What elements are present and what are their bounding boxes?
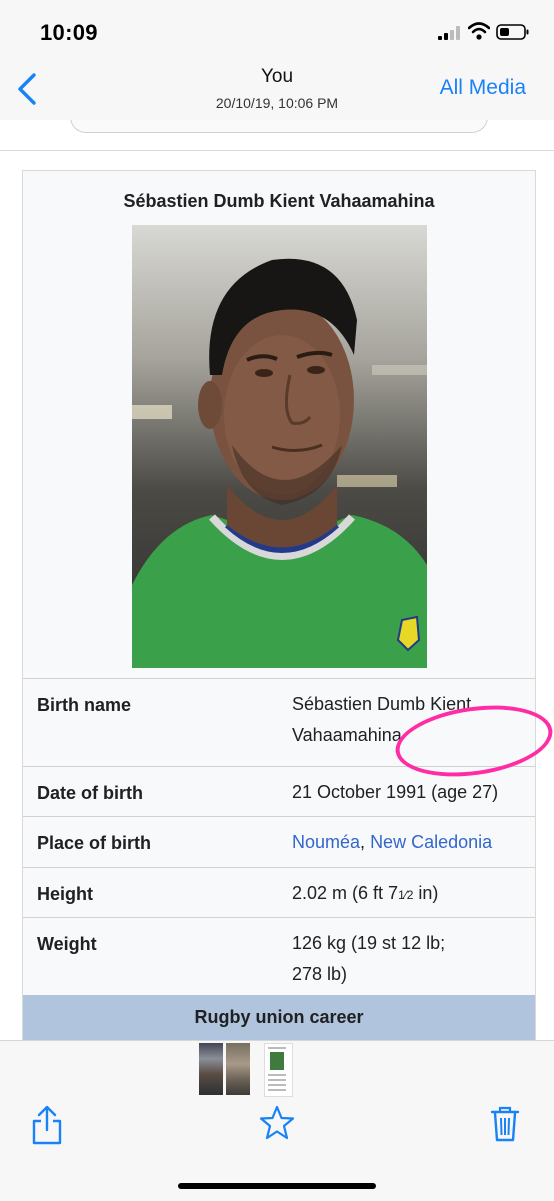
thumbnail-current[interactable]	[264, 1043, 293, 1097]
link-new-caledonia[interactable]: New Caledonia	[370, 832, 492, 852]
career-section-header: Rugby union career	[23, 995, 535, 1040]
row-label: Date of birth	[37, 783, 143, 803]
row-label: Weight	[37, 934, 97, 954]
infobox-row-place-of-birth: Place of birth Nouméa, New Caledonia	[23, 816, 535, 868]
thumbnail-2[interactable]	[226, 1043, 250, 1095]
row-value: 2.02 m (6 ft 71⁄2 in)	[292, 878, 527, 911]
link-noumea[interactable]: Nouméa	[292, 832, 360, 852]
status-time: 10:09	[40, 20, 98, 45]
career-header-label: Rugby union career	[194, 1007, 364, 1027]
row-label: Birth name	[37, 695, 132, 715]
wifi-icon	[468, 22, 490, 40]
cellular-signal-icon	[438, 26, 460, 40]
row-value: 21 October 1991 (age 27)	[292, 782, 499, 802]
bottom-toolbar	[0, 1040, 554, 1201]
weight-line-1: 126 kg (19 st 12 lb;	[292, 933, 446, 953]
height-value: 2.02 m (6 ft 7	[292, 883, 399, 903]
weight-line-2: 278 lb)	[292, 964, 348, 984]
infobox-row-weight: Weight 126 kg (19 st 12 lb; 278 lb)	[23, 917, 535, 996]
media-viewer[interactable]: Sébastien Dumb Kient Vahaamahina Birth n…	[0, 120, 554, 1040]
infobox-row-height: Height 2.02 m (6 ft 71⁄2 in)	[23, 867, 535, 918]
row-label: Place of birth	[37, 833, 152, 853]
divider	[0, 150, 554, 151]
separator: ,	[360, 832, 371, 852]
infobox-title: Sébastien Dumb Kient Vahaamahina	[123, 191, 435, 211]
thumbnail-1[interactable]	[199, 1043, 223, 1095]
all-media-button[interactable]: All Media	[440, 76, 526, 100]
star-icon[interactable]	[259, 1105, 295, 1141]
height-fraction: 1⁄2	[398, 888, 414, 902]
navigation-bar: You 20/10/19, 10:06 PM All Media	[0, 62, 554, 121]
share-icon[interactable]	[30, 1105, 64, 1145]
home-indicator	[178, 1183, 376, 1189]
wiki-infobox: Sébastien Dumb Kient Vahaamahina Birth n…	[22, 170, 554, 1040]
height-unit: in)	[413, 883, 439, 903]
row-value: Nouméa, New Caledonia	[292, 827, 527, 858]
battery-icon	[496, 24, 529, 40]
status-bar: 10:09	[0, 0, 554, 62]
player-photo	[132, 225, 427, 668]
row-label: Height	[37, 884, 93, 904]
trash-icon[interactable]	[490, 1105, 520, 1143]
row-value: 126 kg (19 st 12 lb; 278 lb)	[292, 928, 527, 990]
search-bar-fragment	[70, 120, 488, 133]
